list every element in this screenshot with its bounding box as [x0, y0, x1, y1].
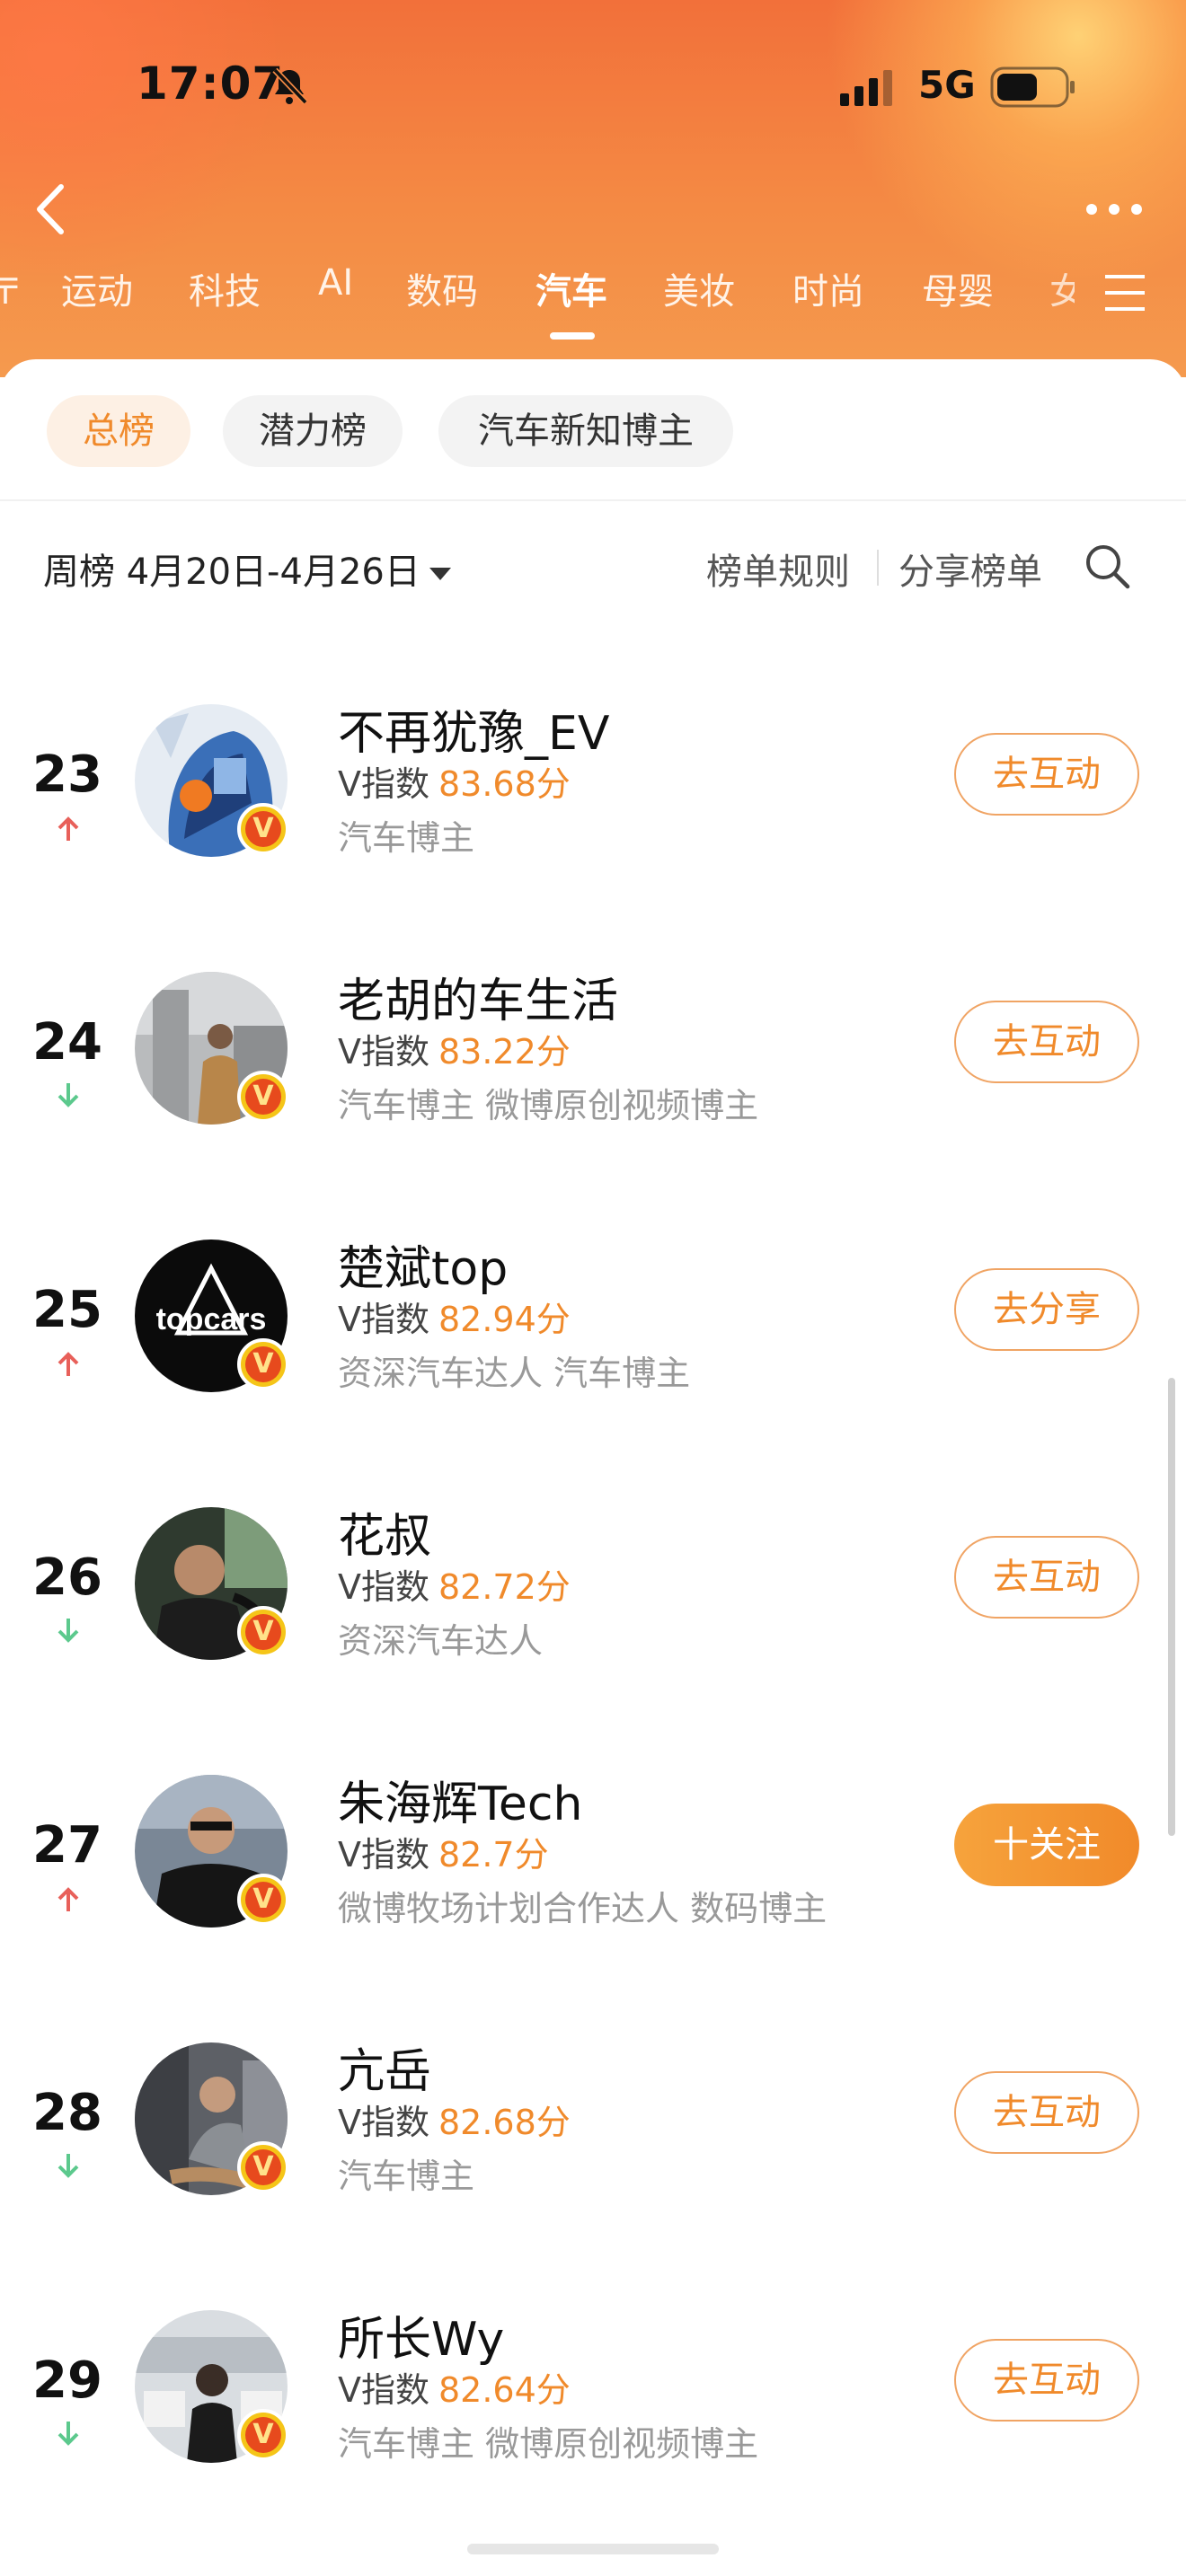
tab-auto[interactable]: 汽车: [535, 262, 607, 314]
v-score: 82.7分: [438, 1835, 549, 1875]
rank-number: 28: [32, 2084, 102, 2142]
scrollbar[interactable]: [1168, 1378, 1175, 1836]
verified-v-icon: V: [237, 2409, 289, 2461]
status-time: 17:07: [137, 57, 285, 110]
blogger-tags: 汽车博主 微博原创视频博主: [338, 1086, 759, 1125]
arrow-up-icon: [58, 816, 79, 841]
blogger-tags: 汽车博主 微博原创视频博主: [338, 2424, 759, 2464]
tab-tech[interactable]: 科技: [189, 262, 261, 314]
list-item[interactable]: 23 V 不再犹豫_EV V指数 83.68分 汽车博主 去互动: [0, 690, 1186, 905]
list-item[interactable]: 26 V 花叔 V指数 82.72分 资深汽车达人 去互动: [0, 1493, 1186, 1708]
blogger-tags: 资深汽车达人 汽车博主: [338, 1354, 691, 1393]
tab-mother-baby[interactable]: 母婴: [922, 262, 994, 314]
segment-potential[interactable]: 潜力榜: [223, 395, 403, 467]
segment-overall[interactable]: 总榜: [47, 395, 190, 467]
avatar-logo-text: topcars: [156, 1302, 267, 1337]
follow-button[interactable]: 十关注: [954, 1804, 1139, 1886]
signal-icon: [840, 70, 892, 106]
v-score: 82.68分: [438, 2103, 571, 2142]
list-item[interactable]: 27 V 朱海辉Tech V指数 82.7分 微博牧场计划合作达人 数码博主 十关…: [0, 1760, 1186, 1976]
arrow-down-icon: [58, 2154, 79, 2178]
v-index: V指数 83.68分: [338, 764, 571, 804]
rank-number: 26: [32, 1548, 102, 1607]
arrow-down-icon: [58, 2422, 79, 2446]
interact-button[interactable]: 去互动: [954, 1536, 1139, 1619]
rules-link[interactable]: 榜单规则: [706, 543, 850, 595]
week-label: 周榜 4月20日-4月26日: [43, 551, 420, 593]
menu-icon[interactable]: [1103, 273, 1146, 313]
tab-partial-left[interactable]: 〒: [0, 262, 23, 314]
back-button[interactable]: [27, 180, 81, 239]
interact-button[interactable]: 去互动: [954, 2339, 1139, 2422]
v-index: V指数 82.68分: [338, 2103, 571, 2142]
arrow-up-icon: [58, 1352, 79, 1376]
search-icon[interactable]: [1084, 543, 1130, 589]
rank-number: 29: [32, 2351, 102, 2410]
verified-v-icon: V: [237, 803, 289, 855]
home-indicator: [467, 2544, 719, 2554]
tab-partial-right[interactable]: 女: [1049, 262, 1075, 314]
list-item[interactable]: 25 topcars V 楚斌top V指数 82.94分 资深汽车达人 汽车博主…: [0, 1225, 1186, 1441]
v-index: V指数 82.64分: [338, 2370, 571, 2410]
blogger-name[interactable]: 所长Wy: [338, 2301, 504, 2369]
v-index: V指数 82.72分: [338, 1567, 571, 1607]
interact-button[interactable]: 去互动: [954, 1001, 1139, 1083]
verified-v-icon: V: [237, 1606, 289, 1658]
list-item[interactable]: 28 V 亢岳 V指数 82.68分 汽车博主 去互动: [0, 2028, 1186, 2244]
rank-number: 24: [32, 1013, 102, 1072]
rank-number: 27: [32, 1816, 102, 1875]
v-index: V指数 82.94分: [338, 1300, 571, 1339]
separator: [877, 550, 879, 586]
arrow-down-icon: [58, 1083, 79, 1107]
v-score: 83.68分: [438, 764, 571, 804]
tab-fashion[interactable]: 时尚: [792, 262, 864, 314]
battery-icon: [990, 66, 1075, 108]
week-selector[interactable]: 周榜 4月20日-4月26日: [43, 543, 451, 595]
blogger-name[interactable]: 老胡的车生活: [338, 963, 618, 1030]
category-tabs: 〒 运动 科技 AI 数码 汽车 美妆 时尚 母婴 女: [0, 262, 1186, 343]
header: 17:07 5G 〒 运动 科技 AI 数码 汽车 美妆 时尚 母婴 女: [0, 0, 1186, 377]
tab-beauty[interactable]: 美妆: [663, 262, 735, 314]
v-score: 82.94分: [438, 1300, 571, 1339]
v-index: V指数 83.22分: [338, 1032, 571, 1072]
v-score: 82.64分: [438, 2370, 571, 2410]
share-link[interactable]: 分享榜单: [898, 543, 1042, 595]
blogger-tags: 汽车博主: [338, 818, 475, 858]
interact-button[interactable]: 去互动: [954, 733, 1139, 816]
tab-sports[interactable]: 运动: [61, 262, 133, 314]
v-score: 82.72分: [438, 1567, 571, 1607]
rank-number: 23: [32, 745, 102, 804]
verified-v-icon: V: [237, 1338, 289, 1390]
caret-down-icon: [429, 568, 451, 580]
v-score: 83.22分: [438, 1032, 571, 1072]
v-index: V指数 82.7分: [338, 1835, 549, 1875]
list-item[interactable]: 29 V 所长Wy V指数 82.64分 汽车博主 微博原创视频博主 去互动: [0, 2296, 1186, 2511]
bell-off-icon: [272, 67, 308, 105]
list-item[interactable]: 24 V 老胡的车生活 V指数 83.22分 汽车博主 微博原创视频博主 去互动: [0, 957, 1186, 1173]
arrow-up-icon: [58, 1887, 79, 1911]
verified-v-icon: V: [237, 2141, 289, 2193]
blogger-name[interactable]: 不再犹豫_EV: [338, 695, 609, 763]
divider: [0, 499, 1186, 501]
share-button[interactable]: 去分享: [954, 1268, 1139, 1351]
blogger-name[interactable]: 花叔: [338, 1498, 431, 1566]
rank-number: 25: [32, 1281, 102, 1339]
tab-ai[interactable]: AI: [318, 262, 353, 304]
tab-digital[interactable]: 数码: [406, 262, 478, 314]
more-dots-icon[interactable]: [1083, 196, 1146, 223]
blogger-name[interactable]: 朱海辉Tech: [338, 1766, 582, 1833]
blogger-tags: 汽车博主: [338, 2157, 475, 2196]
interact-button[interactable]: 去互动: [954, 2071, 1139, 2154]
blogger-name[interactable]: 亢岳: [338, 2033, 431, 2101]
active-tab-indicator: [550, 332, 595, 340]
verified-v-icon: V: [237, 1874, 289, 1926]
status-bar: 17:07 5G: [0, 0, 1186, 180]
blogger-tags: 微博牧场计划合作达人 数码博主: [338, 1889, 828, 1928]
blogger-name[interactable]: 楚斌top: [338, 1231, 508, 1298]
blogger-tags: 资深汽车达人: [338, 1621, 544, 1661]
segment-new-knowledge[interactable]: 汽车新知博主: [438, 395, 733, 467]
arrow-down-icon: [58, 1619, 79, 1643]
verified-v-icon: V: [237, 1071, 289, 1123]
network-label: 5G: [918, 63, 976, 107]
